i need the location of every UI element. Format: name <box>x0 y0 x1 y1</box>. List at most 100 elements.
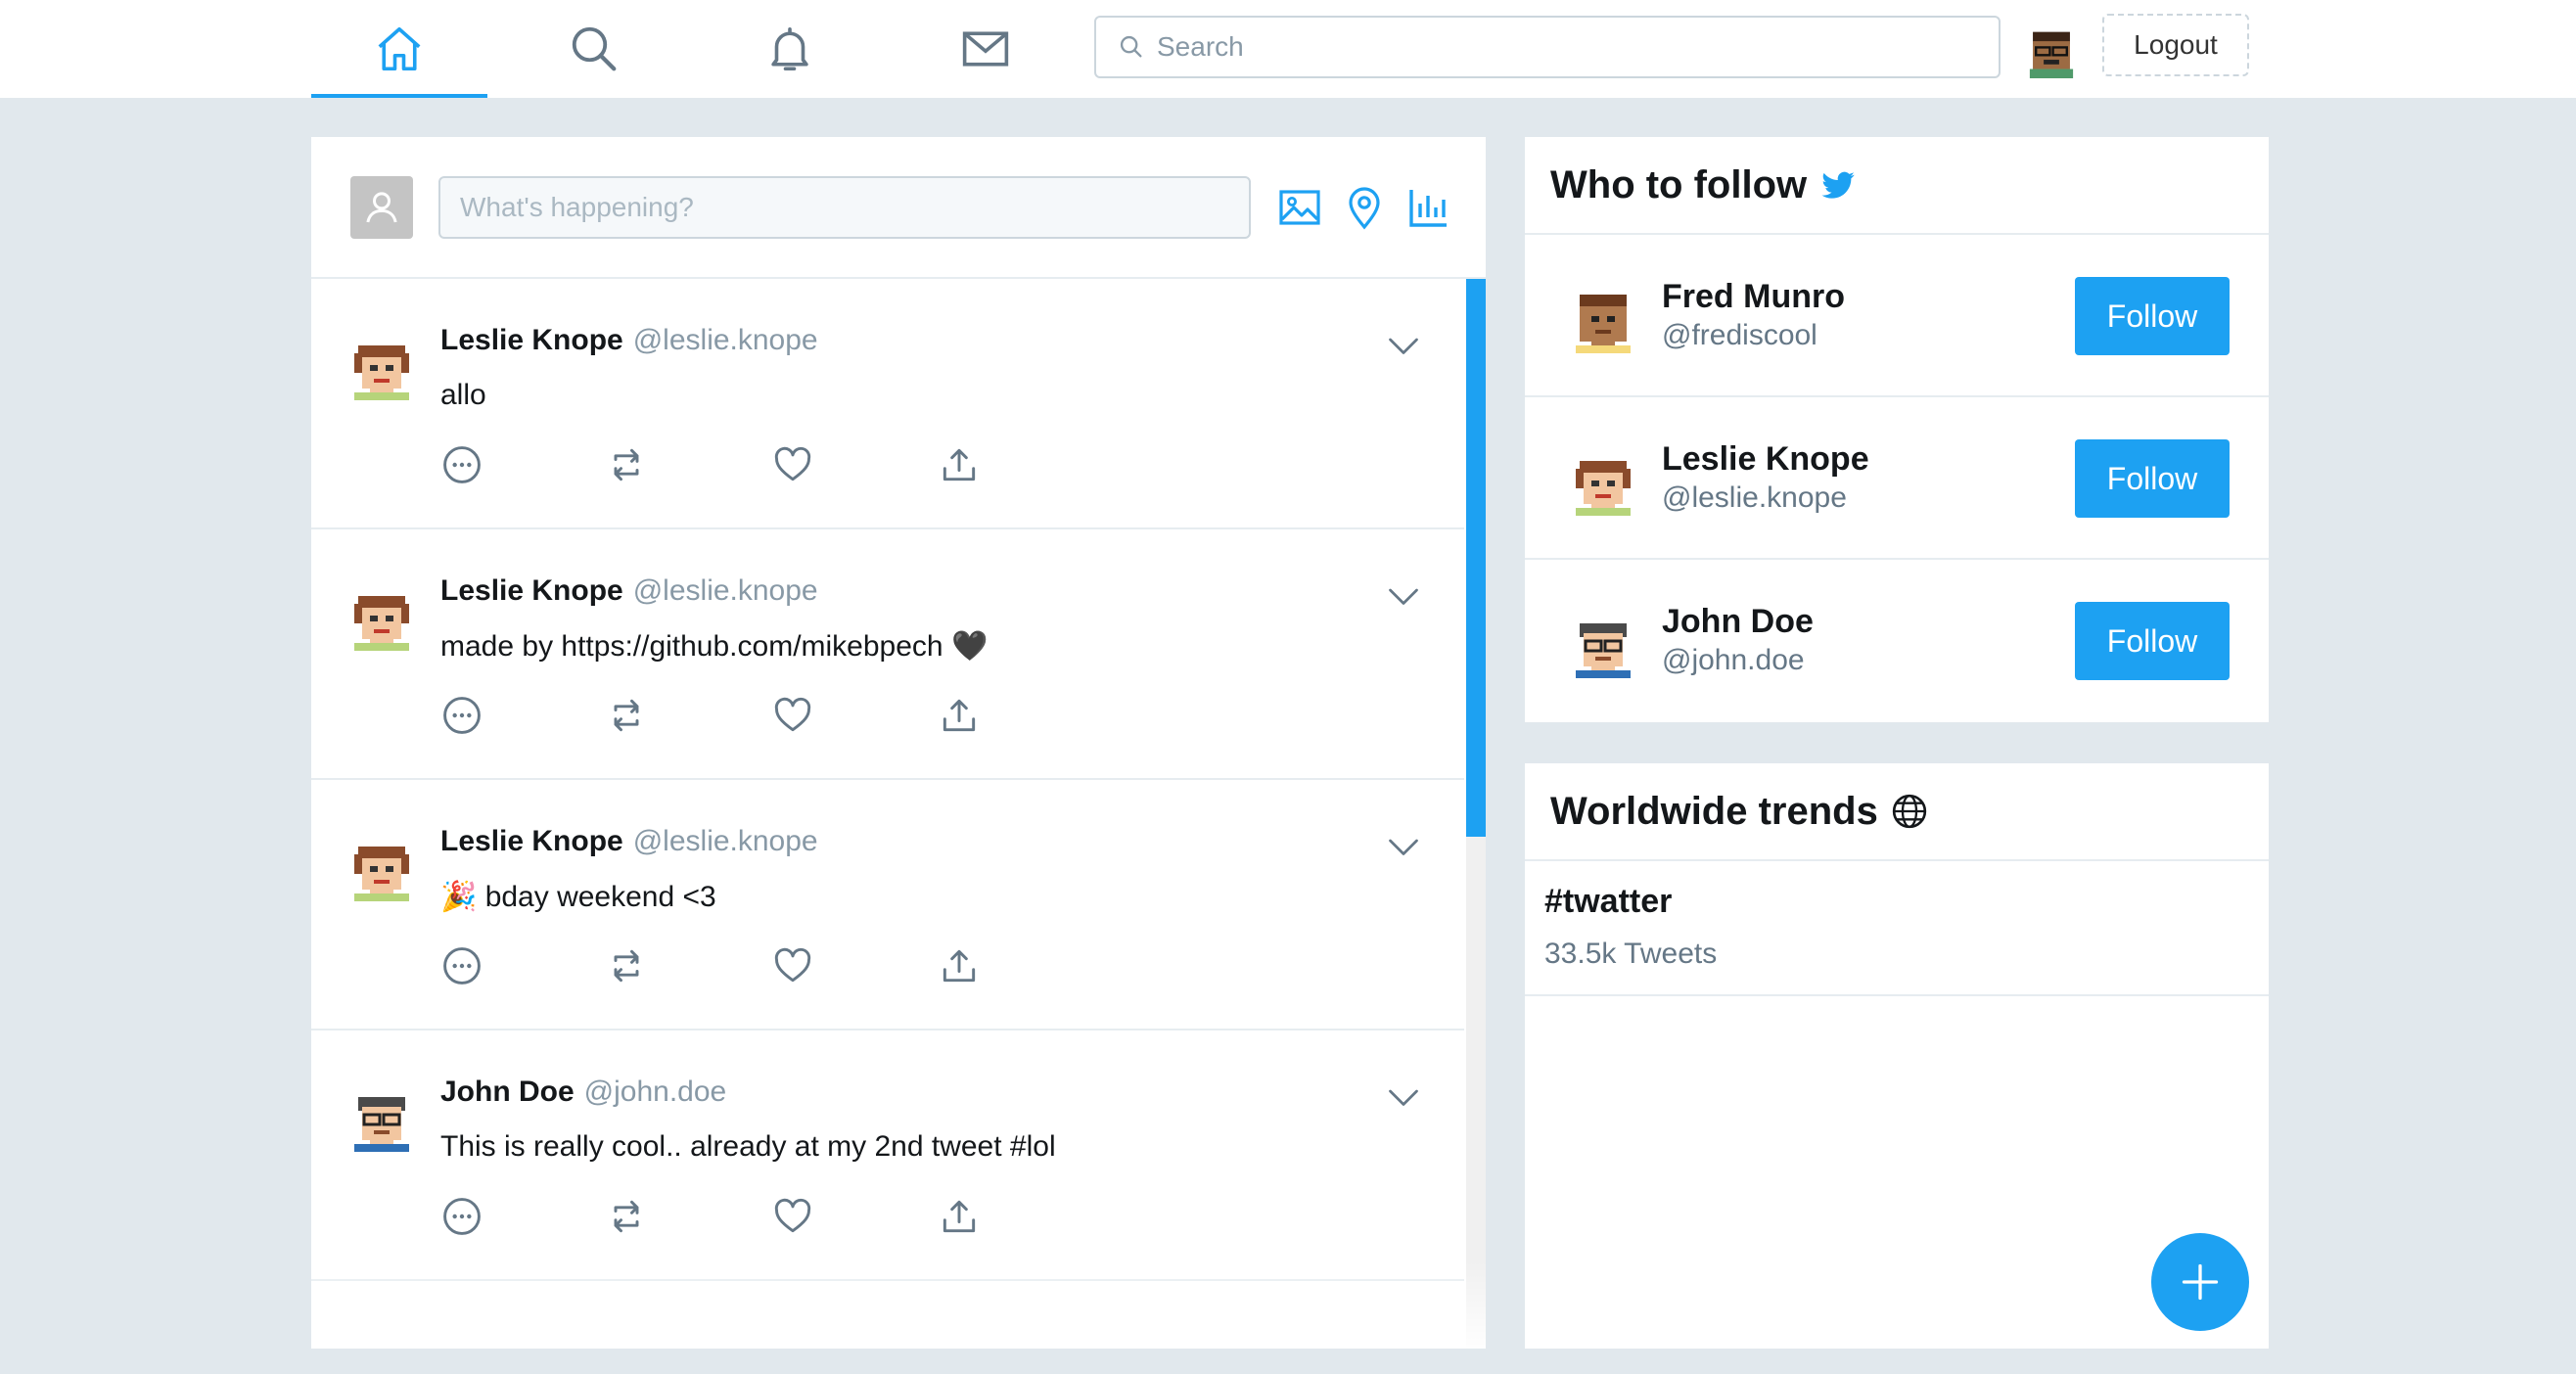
add-poll-button[interactable] <box>1405 184 1452 231</box>
top-navigation-bar: Logout <box>0 0 2576 98</box>
leslie-avatar[interactable] <box>350 576 413 651</box>
tweet-actions <box>440 443 1028 486</box>
tweet-compose-input[interactable] <box>438 176 1251 239</box>
tweet-header: Leslie Knope @leslie.knope <box>440 574 818 608</box>
fred-avatar[interactable] <box>1572 279 1634 353</box>
leslie-avatar[interactable] <box>350 326 413 400</box>
tweet-actions <box>440 944 1028 987</box>
add-location-button[interactable] <box>1341 184 1388 231</box>
poll-chart-icon <box>1409 190 1447 227</box>
location-pin-icon <box>1349 187 1380 230</box>
user-avatar[interactable] <box>2024 20 2079 78</box>
retweet-button[interactable] <box>605 694 648 737</box>
tweet-author-handle[interactable]: @leslie.knope <box>633 825 818 857</box>
share-icon <box>938 443 981 486</box>
tweet-actions <box>440 694 1028 737</box>
chevron-down-icon[interactable] <box>1386 829 1421 864</box>
tweet-author-name[interactable]: Leslie Knope <box>440 574 623 607</box>
globe-icon <box>1892 794 1927 829</box>
trend-hashtag[interactable]: #twatter <box>1544 883 1672 921</box>
tweet-composer <box>311 137 1486 279</box>
who-to-follow-heading: Who to follow <box>1550 162 1808 206</box>
retweet-icon <box>605 443 648 486</box>
share-button[interactable] <box>938 694 981 737</box>
add-image-button[interactable] <box>1276 184 1323 231</box>
retweet-icon <box>605 944 648 987</box>
image-icon <box>1279 190 1320 225</box>
share-button[interactable] <box>938 944 981 987</box>
share-button[interactable] <box>938 1195 981 1238</box>
retweet-button[interactable] <box>605 443 648 486</box>
john-avatar[interactable] <box>350 1077 413 1152</box>
trends-heading: Worldwide trends <box>1550 789 1878 833</box>
follow-button[interactable]: Follow <box>2075 602 2230 680</box>
search-input[interactable] <box>1157 31 1959 63</box>
heart-icon <box>771 443 814 486</box>
retweet-button[interactable] <box>605 944 648 987</box>
like-button[interactable] <box>771 694 814 737</box>
tweet-author-handle[interactable]: @john.doe <box>584 1076 727 1108</box>
tweet-actions <box>440 1195 1028 1238</box>
new-tweet-button[interactable] <box>2151 1233 2249 1331</box>
nav-tab-messages[interactable] <box>897 0 1074 98</box>
share-icon <box>938 944 981 987</box>
nav-tab-notifications[interactable] <box>702 0 878 98</box>
who-to-follow-title: Who to follow <box>1525 137 2269 235</box>
tweet-text: 🎉 bday weekend <3 <box>440 881 716 913</box>
tweet-author-handle[interactable]: @leslie.knope <box>633 574 818 607</box>
trend-item[interactable]: #twatter 33.5k Tweets <box>1525 861 2269 996</box>
heart-icon <box>771 694 814 737</box>
leslie-avatar[interactable] <box>1572 441 1634 516</box>
chevron-down-icon[interactable] <box>1386 328 1421 363</box>
leslie-avatar[interactable] <box>350 827 413 901</box>
nav-tab-explore[interactable] <box>506 0 682 98</box>
twitter-bird-icon <box>1821 171 1855 199</box>
home-icon <box>378 26 421 71</box>
feed-panel: Leslie Knope @leslie.knope allo Leslie Kn… <box>311 137 1486 1349</box>
logout-button[interactable]: Logout <box>2102 14 2249 76</box>
tweet-list[interactable]: Leslie Knope @leslie.knope allo Leslie Kn… <box>311 279 1486 1349</box>
follow-button[interactable]: Follow <box>2075 277 2230 355</box>
heart-icon <box>771 1195 814 1238</box>
bell-icon <box>771 26 808 71</box>
john-avatar[interactable] <box>1572 604 1634 678</box>
like-button[interactable] <box>771 1195 814 1238</box>
trend-list: #twatter 33.5k Tweets <box>1525 861 2269 996</box>
tweet-author-name[interactable]: Leslie Knope <box>440 324 623 356</box>
follow-suggestion: John Doe @john.doe Follow <box>1525 560 2269 722</box>
tweet[interactable]: Leslie Knope @leslie.knope made by https:… <box>311 529 1464 780</box>
tweet-text: made by https://github.com/mikebpech 🖤 <box>440 630 989 663</box>
tweet-author-name[interactable]: John Doe <box>440 1076 575 1108</box>
tweet[interactable]: John Doe @john.doe This is really cool.. … <box>311 1030 1464 1281</box>
share-button[interactable] <box>938 443 981 486</box>
suggestion-name[interactable]: Fred Munro <box>1662 278 1845 316</box>
chevron-down-icon[interactable] <box>1386 1079 1421 1115</box>
nav-tab-home[interactable] <box>311 0 487 98</box>
follow-button[interactable]: Follow <box>2075 439 2230 518</box>
reply-button[interactable] <box>440 944 483 987</box>
search-box[interactable] <box>1094 16 2001 78</box>
user-placeholder-icon <box>366 192 397 223</box>
tweet-header: John Doe @john.doe <box>440 1076 726 1109</box>
suggestion-name[interactable]: John Doe <box>1662 603 1814 641</box>
share-icon <box>938 694 981 737</box>
reply-button[interactable] <box>440 1195 483 1238</box>
like-button[interactable] <box>771 443 814 486</box>
like-button[interactable] <box>771 944 814 987</box>
chevron-down-icon[interactable] <box>1386 578 1421 614</box>
trend-tweet-count: 33.5k Tweets <box>1544 938 1718 970</box>
suggestion-handle[interactable]: @frediscool <box>1662 319 1817 352</box>
retweet-icon <box>605 1195 648 1238</box>
tweet-author-name[interactable]: Leslie Knope <box>440 825 623 857</box>
retweet-button[interactable] <box>605 1195 648 1238</box>
tweet-header: Leslie Knope @leslie.knope <box>440 825 818 858</box>
reply-button[interactable] <box>440 443 483 486</box>
suggestion-handle[interactable]: @leslie.knope <box>1662 481 1847 515</box>
tweet-author-handle[interactable]: @leslie.knope <box>633 324 818 356</box>
tweet[interactable]: Leslie Knope @leslie.knope allo <box>311 279 1464 529</box>
suggestion-name[interactable]: Leslie Knope <box>1662 440 1869 479</box>
feed-scrollbar-thumb[interactable] <box>1466 279 1486 837</box>
suggestion-handle[interactable]: @john.doe <box>1662 644 1805 677</box>
tweet[interactable]: Leslie Knope @leslie.knope 🎉 bday weekend… <box>311 780 1464 1030</box>
reply-button[interactable] <box>440 694 483 737</box>
